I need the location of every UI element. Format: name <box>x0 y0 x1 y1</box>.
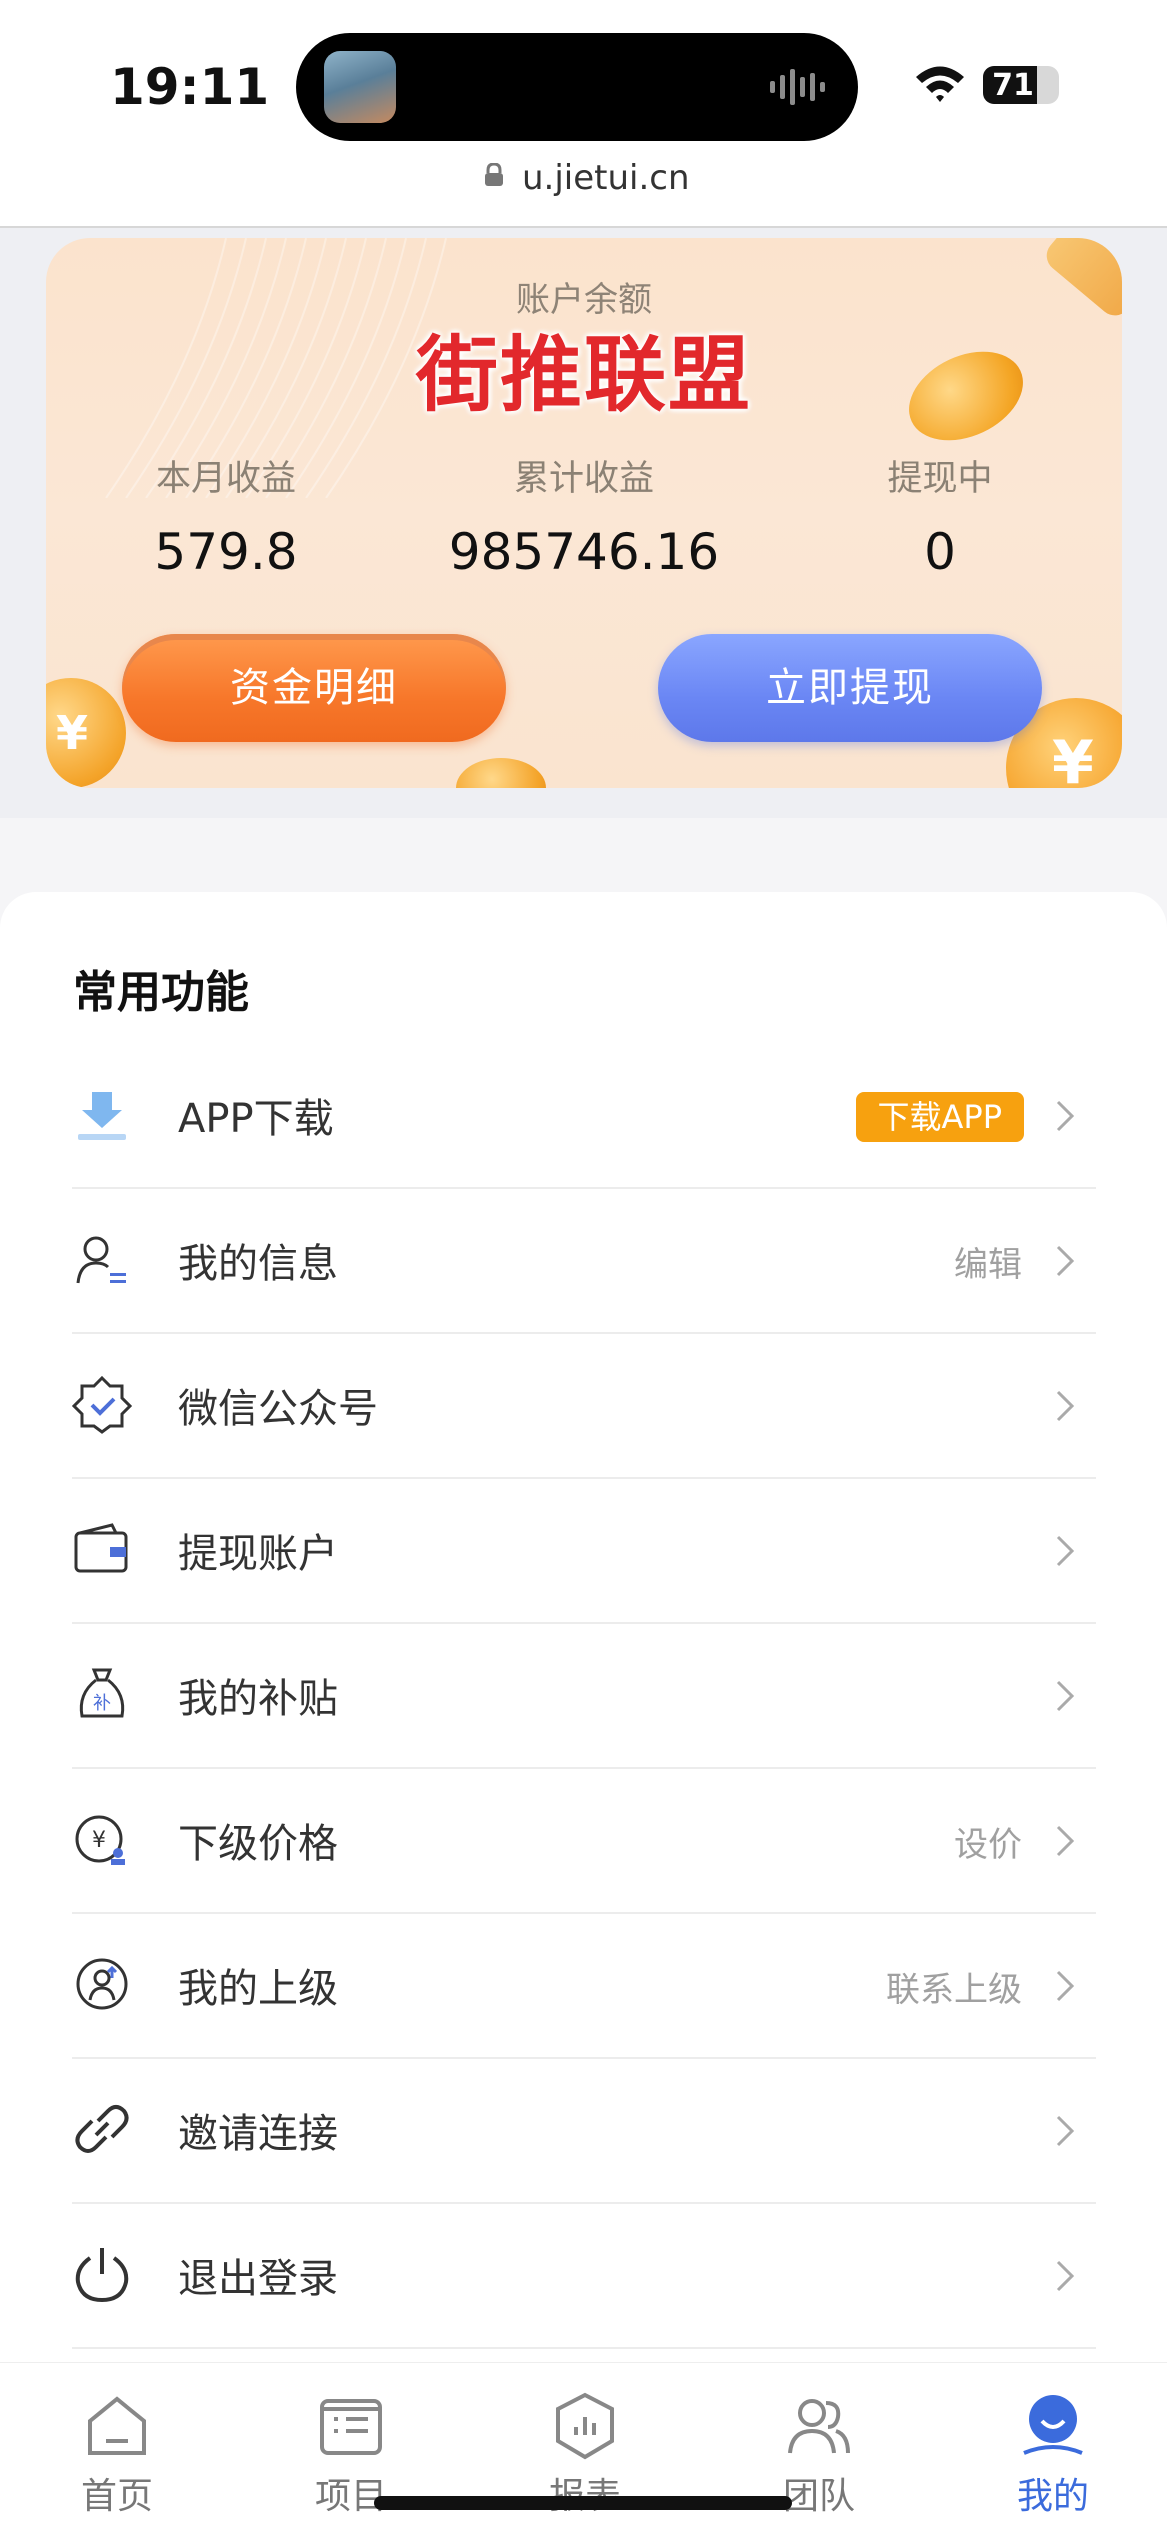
home-indicator[interactable] <box>374 2496 792 2510</box>
chevron-right-icon <box>1056 1535 1075 1567</box>
chevron-right-icon <box>1056 1825 1075 1857</box>
panel-title: 常用功能 <box>73 967 249 1018</box>
tab-home[interactable]: 首页 <box>0 2363 234 2533</box>
project-icon <box>320 2399 382 2455</box>
wifi-icon <box>916 66 964 102</box>
stat-value: 579.8 <box>154 523 298 581</box>
fund-details-button[interactable]: 资金明细 <box>122 634 506 742</box>
svg-text:¥: ¥ <box>92 1828 106 1853</box>
profile-icon <box>1023 2395 1083 2455</box>
common-functions-panel: 常用功能 APP下载 下载APP 我的信息 编辑 微信公众号 提现账户 补 我的… <box>0 892 1167 2362</box>
menu-item-label: 邀请连接 <box>178 2111 338 2157</box>
audio-wave-icon <box>770 69 825 105</box>
menu-item-sub-price[interactable]: ¥ 下级价格 设价 <box>72 1767 1096 1914</box>
stat-label: 提现中 <box>887 459 993 499</box>
set-price-link[interactable]: 设价 <box>954 1817 1022 1866</box>
stat-withdrawing: 提现中 0 <box>780 450 1100 581</box>
tab-label: 首页 <box>80 2476 153 2517</box>
menu-item-invite-link[interactable]: 邀请连接 <box>72 2057 1096 2204</box>
yen-icon: ¥ <box>56 706 89 760</box>
menu-item-label: 微信公众号 <box>178 1386 378 1432</box>
now-playing-artwork <box>324 51 396 123</box>
menu-item-label: APP下载 <box>178 1096 334 1142</box>
tab-label: 报表 <box>468 2467 702 2519</box>
svg-text:补: 补 <box>93 1693 111 1714</box>
report-icon <box>556 2392 614 2460</box>
menu-item-app-download[interactable]: APP下载 下载APP <box>72 1042 1096 1189</box>
stat-label: 本月收益 <box>155 459 296 499</box>
home-icon <box>88 2396 146 2455</box>
chevron-right-icon <box>1056 1970 1075 2002</box>
battery-indicator: 71 <box>983 66 1059 104</box>
browser-url[interactable]: u.jietui.cn <box>522 158 690 198</box>
menu-item-label: 我的补贴 <box>178 1676 338 1722</box>
price-icon: ¥ <box>75 1815 125 1865</box>
menu-item-withdraw-account[interactable]: 提现账户 <box>72 1477 1096 1624</box>
tab-profile[interactable]: 我的 <box>936 2363 1167 2533</box>
stat-total: 累计收益 985746.16 <box>424 450 744 581</box>
verified-badge-icon <box>72 1375 132 1434</box>
yen-icon: ¥ <box>1052 728 1094 788</box>
coin-decoration <box>456 758 546 788</box>
edit-link[interactable]: 编辑 <box>954 1237 1022 1286</box>
team-icon <box>788 2399 850 2454</box>
user-info-icon <box>76 1236 126 1284</box>
contact-superior-link[interactable]: 联系上级 <box>886 1962 1022 2011</box>
superior-icon <box>76 1958 128 2010</box>
brand-title: 街推联盟 <box>415 328 752 423</box>
stat-monthly: 本月收益 579.8 <box>66 450 386 581</box>
money-bag-icon: 补 <box>79 1668 125 1718</box>
menu-item-label: 我的信息 <box>178 1241 338 1287</box>
status-time: 19:11 <box>110 58 270 116</box>
download-app-badge[interactable]: 下载APP <box>855 1092 1024 1142</box>
tab-label: 项目 <box>314 2476 387 2517</box>
menu-item-my-info[interactable]: 我的信息 编辑 <box>72 1187 1096 1334</box>
menu-item-label: 下级价格 <box>178 1821 338 1867</box>
dynamic-island[interactable] <box>296 33 858 141</box>
status-bar: 19:11 71 <box>0 0 1167 150</box>
chevron-right-icon <box>1056 1680 1075 1712</box>
tab-label: 团队 <box>782 2476 855 2517</box>
menu-item-my-superior[interactable]: 我的上级 联系上级 <box>72 1912 1096 2059</box>
menu-item-logout[interactable]: 退出登录 <box>72 2202 1096 2349</box>
menu-item-my-subsidy[interactable]: 补 我的补贴 <box>72 1622 1096 1769</box>
account-card: ¥ ¥ 账户余额 街推联盟 本月收益 579.8 累计收益 985746.16 … <box>46 238 1122 788</box>
withdraw-now-button[interactable]: 立即提现 <box>658 634 1042 742</box>
chevron-right-icon <box>1056 2260 1075 2292</box>
chevron-right-icon <box>1056 1245 1075 1277</box>
stat-value: 985746.16 <box>448 523 720 581</box>
menu-item-label: 我的上级 <box>178 1966 338 2012</box>
chevron-right-icon <box>1056 2115 1075 2147</box>
menu-item-label: 退出登录 <box>178 2256 338 2302</box>
link-icon <box>75 2105 129 2153</box>
menu-item-wechat-official[interactable]: 微信公众号 <box>72 1332 1096 1479</box>
coin-decoration: ¥ <box>46 678 126 788</box>
stat-label: 累计收益 <box>513 459 654 499</box>
menu-item-label: 提现账户 <box>178 1531 338 1577</box>
stat-value: 0 <box>924 523 956 581</box>
chevron-right-icon <box>1056 1390 1075 1422</box>
lock-icon <box>485 163 503 186</box>
chevron-right-icon <box>1056 1100 1075 1132</box>
wallet-icon <box>74 1523 128 1573</box>
battery-percent: 71 <box>992 68 1034 103</box>
power-icon <box>75 2248 129 2303</box>
tab-label: 我的 <box>1016 2476 1089 2517</box>
download-icon <box>78 1092 126 1140</box>
